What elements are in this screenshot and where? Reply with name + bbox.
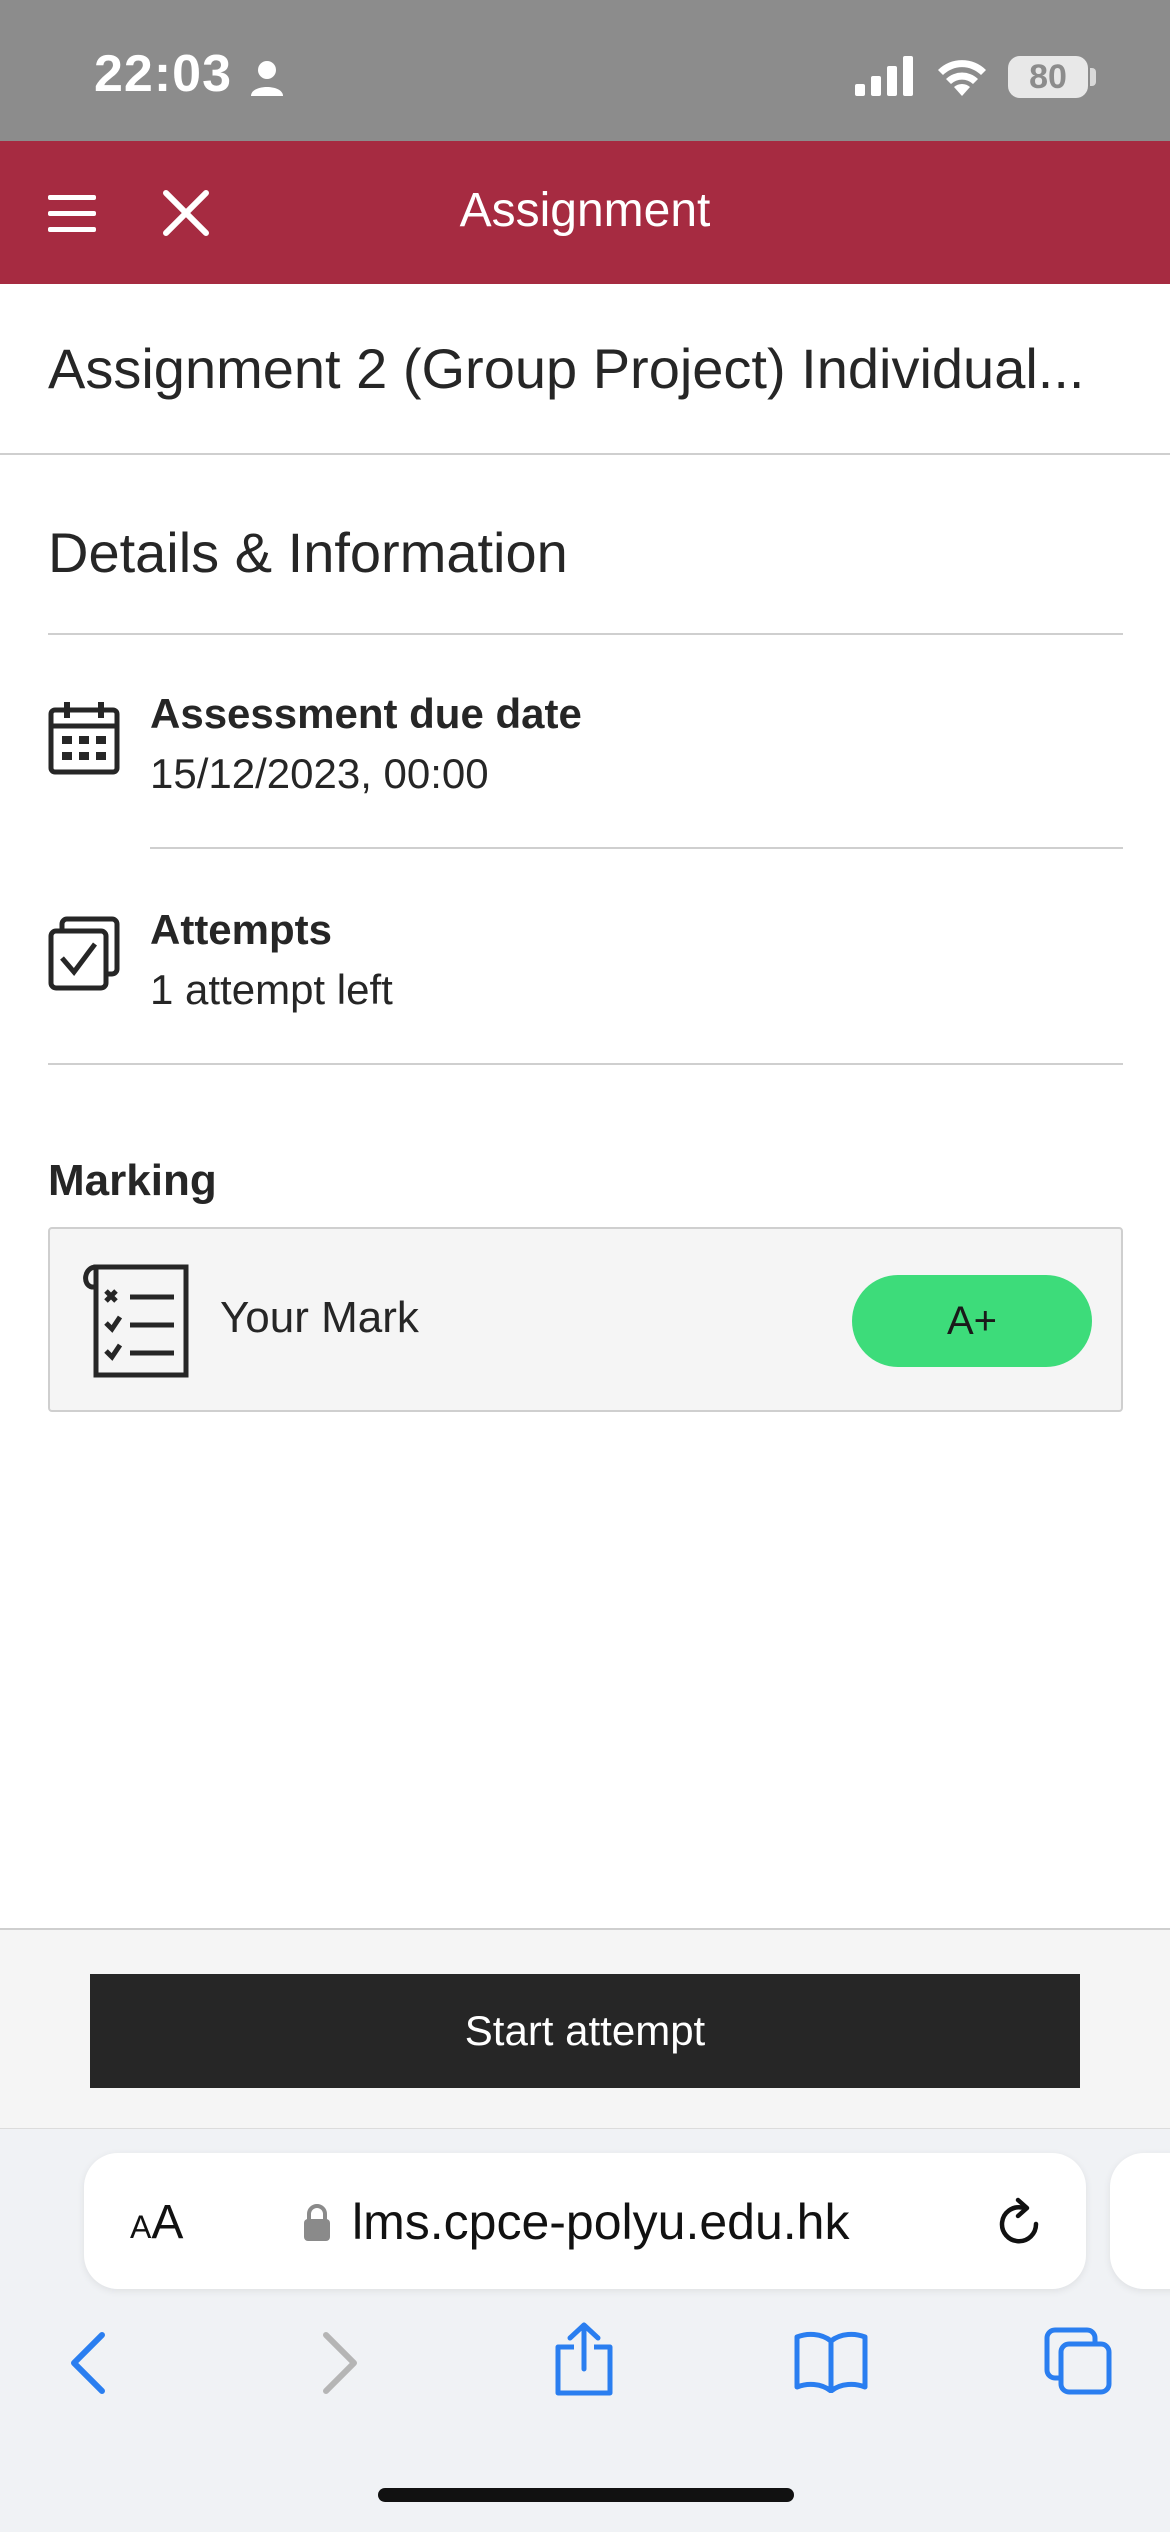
app-header: Assignment	[0, 141, 1170, 284]
attempts-value: 1 attempt left	[150, 966, 393, 1013]
reload-icon[interactable]	[992, 2197, 1046, 2256]
close-icon[interactable]	[160, 187, 212, 239]
lock-icon	[302, 2203, 332, 2248]
cellular-signal-icon	[855, 56, 915, 101]
forward-icon[interactable]	[318, 2331, 362, 2400]
section-divider	[48, 633, 1123, 635]
status-bar: 22:03 80	[0, 0, 1170, 141]
mark-card: Your Mark A+	[48, 1227, 1123, 1412]
aa-large-text: A	[151, 2196, 184, 2249]
your-mark-label: Your Mark	[220, 1293, 419, 1342]
marking-label: Marking	[48, 1156, 217, 1205]
person-icon	[250, 60, 284, 101]
attempts-checkbox-icon	[48, 916, 120, 997]
next-tab-preview[interactable]	[1110, 2153, 1170, 2289]
status-time: 22:03	[94, 45, 232, 103]
aa-small-text: A	[130, 2209, 152, 2245]
browser-toolbar: AA lms.cpce-polyu.edu.hk	[0, 2128, 1170, 2532]
wifi-icon	[935, 52, 989, 101]
due-date-value: 15/12/2023, 00:00	[150, 750, 489, 797]
battery-indicator: 80	[1008, 56, 1088, 98]
attempts-divider	[48, 1063, 1123, 1065]
start-attempt-button[interactable]: Start attempt	[90, 1974, 1080, 2088]
action-area: Start attempt	[0, 1928, 1170, 2128]
title-divider	[0, 453, 1170, 455]
assignment-title: Assignment 2 (Group Project) Individual.…	[48, 337, 1085, 400]
attempts-label: Attempts	[150, 906, 333, 953]
section-title: Details & Information	[48, 521, 568, 584]
bookmarks-icon[interactable]	[793, 2329, 869, 2398]
home-indicator[interactable]	[378, 2488, 794, 2502]
share-icon[interactable]	[552, 2321, 616, 2402]
grade-badge: A+	[852, 1275, 1092, 1367]
calendar-icon	[48, 700, 120, 781]
battery-tip	[1090, 68, 1096, 86]
due-date-label: Assessment due date	[150, 690, 582, 737]
due-date-divider	[150, 847, 1123, 849]
address-bar[interactable]: AA lms.cpce-polyu.edu.hk	[84, 2153, 1086, 2289]
url-text[interactable]: lms.cpce-polyu.edu.hk	[352, 2193, 849, 2251]
back-icon[interactable]	[66, 2331, 110, 2400]
tabs-icon[interactable]	[1044, 2327, 1112, 2400]
reader-options-button[interactable]: AA	[130, 2195, 183, 2250]
grading-checklist-icon	[78, 1261, 192, 1386]
